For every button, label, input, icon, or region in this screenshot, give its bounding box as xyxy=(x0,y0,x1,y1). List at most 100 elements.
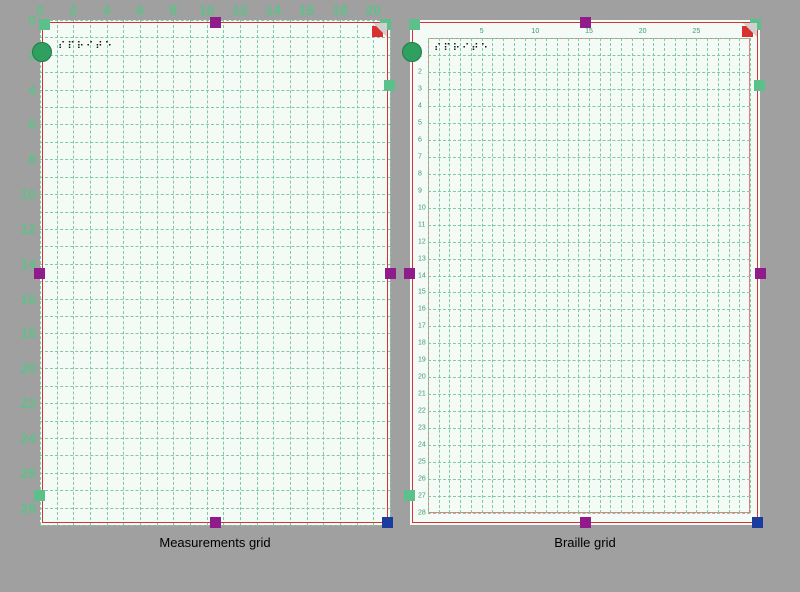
grid-line-h xyxy=(428,225,750,226)
grid-line-v xyxy=(223,20,224,525)
y-tick-label: 16 xyxy=(418,306,426,313)
x-axis-label: 6 xyxy=(136,2,144,18)
grid-line-v xyxy=(107,20,108,525)
y-axis-label: 22 xyxy=(16,395,36,411)
y-axis-label: 14 xyxy=(16,256,36,272)
resize-handle-green[interactable] xyxy=(384,80,395,91)
y-tick-label: 13 xyxy=(418,255,426,262)
resize-handle-purple[interactable] xyxy=(580,517,591,528)
resize-handle-green[interactable] xyxy=(39,19,50,30)
y-axis-label: 6 xyxy=(16,116,36,132)
grid-line-h xyxy=(428,89,750,90)
grid-line-h xyxy=(40,455,390,456)
resize-handle-purple[interactable] xyxy=(210,517,221,528)
grid-line-v xyxy=(123,20,124,525)
resize-handle-purple[interactable] xyxy=(580,17,591,28)
measurements-grid-panel[interactable]: 0246810121416182002468101214161820222426… xyxy=(40,20,390,525)
measurements-caption: Measurements grid xyxy=(159,535,270,550)
grid-line-h xyxy=(40,281,390,282)
grid-line-h xyxy=(40,246,390,247)
y-tick-label: 22 xyxy=(418,408,426,415)
origin-circle[interactable] xyxy=(402,42,422,62)
grid-line-v xyxy=(190,20,191,525)
grid-line-h xyxy=(40,473,390,474)
grid-line-h xyxy=(428,377,750,378)
page-corner-cut xyxy=(373,23,387,37)
grid-line-h xyxy=(40,37,390,38)
grid-line-h xyxy=(40,107,390,108)
y-axis-label: 0 xyxy=(16,12,36,28)
x-axis-label: 10 xyxy=(199,2,215,18)
grid-line-h xyxy=(40,72,390,73)
y-tick-label: 23 xyxy=(418,425,426,432)
grid-line-v xyxy=(373,20,374,525)
grid-line-h xyxy=(428,513,750,514)
grid-line-v xyxy=(340,20,341,525)
grid-line-v xyxy=(240,20,241,525)
grid-line-h xyxy=(40,90,390,91)
resize-handle-blue[interactable] xyxy=(382,517,393,528)
x-axis-label: 4 xyxy=(103,2,111,18)
grid-line-h xyxy=(428,276,750,277)
grid-line-h xyxy=(40,351,390,352)
grid-line-h xyxy=(40,490,390,491)
origin-circle[interactable] xyxy=(32,42,52,62)
grid-line-h xyxy=(428,479,750,480)
braille-text: ⠎⠏⠗⠊⠞⠑ xyxy=(434,46,490,51)
grid-line-h xyxy=(428,496,750,497)
grid-line-v xyxy=(357,20,358,525)
x-axis-label: 0 xyxy=(36,2,44,18)
y-tick-label: 24 xyxy=(418,442,426,449)
braille-grid-panel[interactable]: 5101520251234567891011121314151617181920… xyxy=(410,20,760,525)
grid-line-h xyxy=(428,292,750,293)
grid-line-v xyxy=(173,20,174,525)
grid-line-v xyxy=(290,20,291,525)
braille-caption: Braille grid xyxy=(554,535,615,550)
resize-handle-purple[interactable] xyxy=(34,268,45,279)
resize-handle-green[interactable] xyxy=(34,490,45,501)
x-axis-label: 12 xyxy=(232,2,248,18)
grid-line-h xyxy=(428,38,750,39)
grid-line-h xyxy=(428,123,750,124)
resize-handle-green[interactable] xyxy=(409,19,420,30)
resize-handle-purple[interactable] xyxy=(210,17,221,28)
grid-line-h xyxy=(40,386,390,387)
grid-line-v xyxy=(257,20,258,525)
y-axis-label: 18 xyxy=(16,325,36,341)
y-axis-label: 10 xyxy=(16,186,36,202)
y-axis-label: 28 xyxy=(16,500,36,516)
grid-line-h xyxy=(428,394,750,395)
resize-handle-purple[interactable] xyxy=(755,268,766,279)
x-tick-label: 25 xyxy=(692,28,700,35)
resize-handle-blue[interactable] xyxy=(752,517,763,528)
y-tick-label: 17 xyxy=(418,323,426,330)
x-tick-label: 5 xyxy=(480,28,484,35)
y-tick-label: 11 xyxy=(418,221,425,228)
grid-line-h xyxy=(428,360,750,361)
y-tick-label: 5 xyxy=(418,119,422,126)
resize-handle-green[interactable] xyxy=(404,490,415,501)
grid-line-h xyxy=(40,421,390,422)
grid-line-h xyxy=(40,368,390,369)
grid-line-v xyxy=(90,20,91,525)
x-axis-label: 20 xyxy=(366,2,382,18)
resize-handle-green[interactable] xyxy=(754,80,765,91)
grid-line-v xyxy=(750,38,751,513)
page-border xyxy=(42,22,388,523)
resize-handle-purple[interactable] xyxy=(404,268,415,279)
grid-line-v xyxy=(157,20,158,525)
y-tick-label: 6 xyxy=(418,136,422,143)
x-tick-label: 10 xyxy=(531,28,539,35)
grid-line-h xyxy=(428,326,750,327)
y-tick-label: 12 xyxy=(418,238,426,245)
x-tick-label: 15 xyxy=(585,28,593,35)
y-tick-label: 2 xyxy=(418,68,422,75)
grid-line-h xyxy=(428,55,750,56)
grid-line-v xyxy=(273,20,274,525)
x-axis-label: 18 xyxy=(332,2,348,18)
grid-line-h xyxy=(40,142,390,143)
resize-handle-purple[interactable] xyxy=(385,268,396,279)
grid-line-h xyxy=(428,309,750,310)
grid-line-h xyxy=(40,124,390,125)
page-corner-cut xyxy=(743,23,757,37)
